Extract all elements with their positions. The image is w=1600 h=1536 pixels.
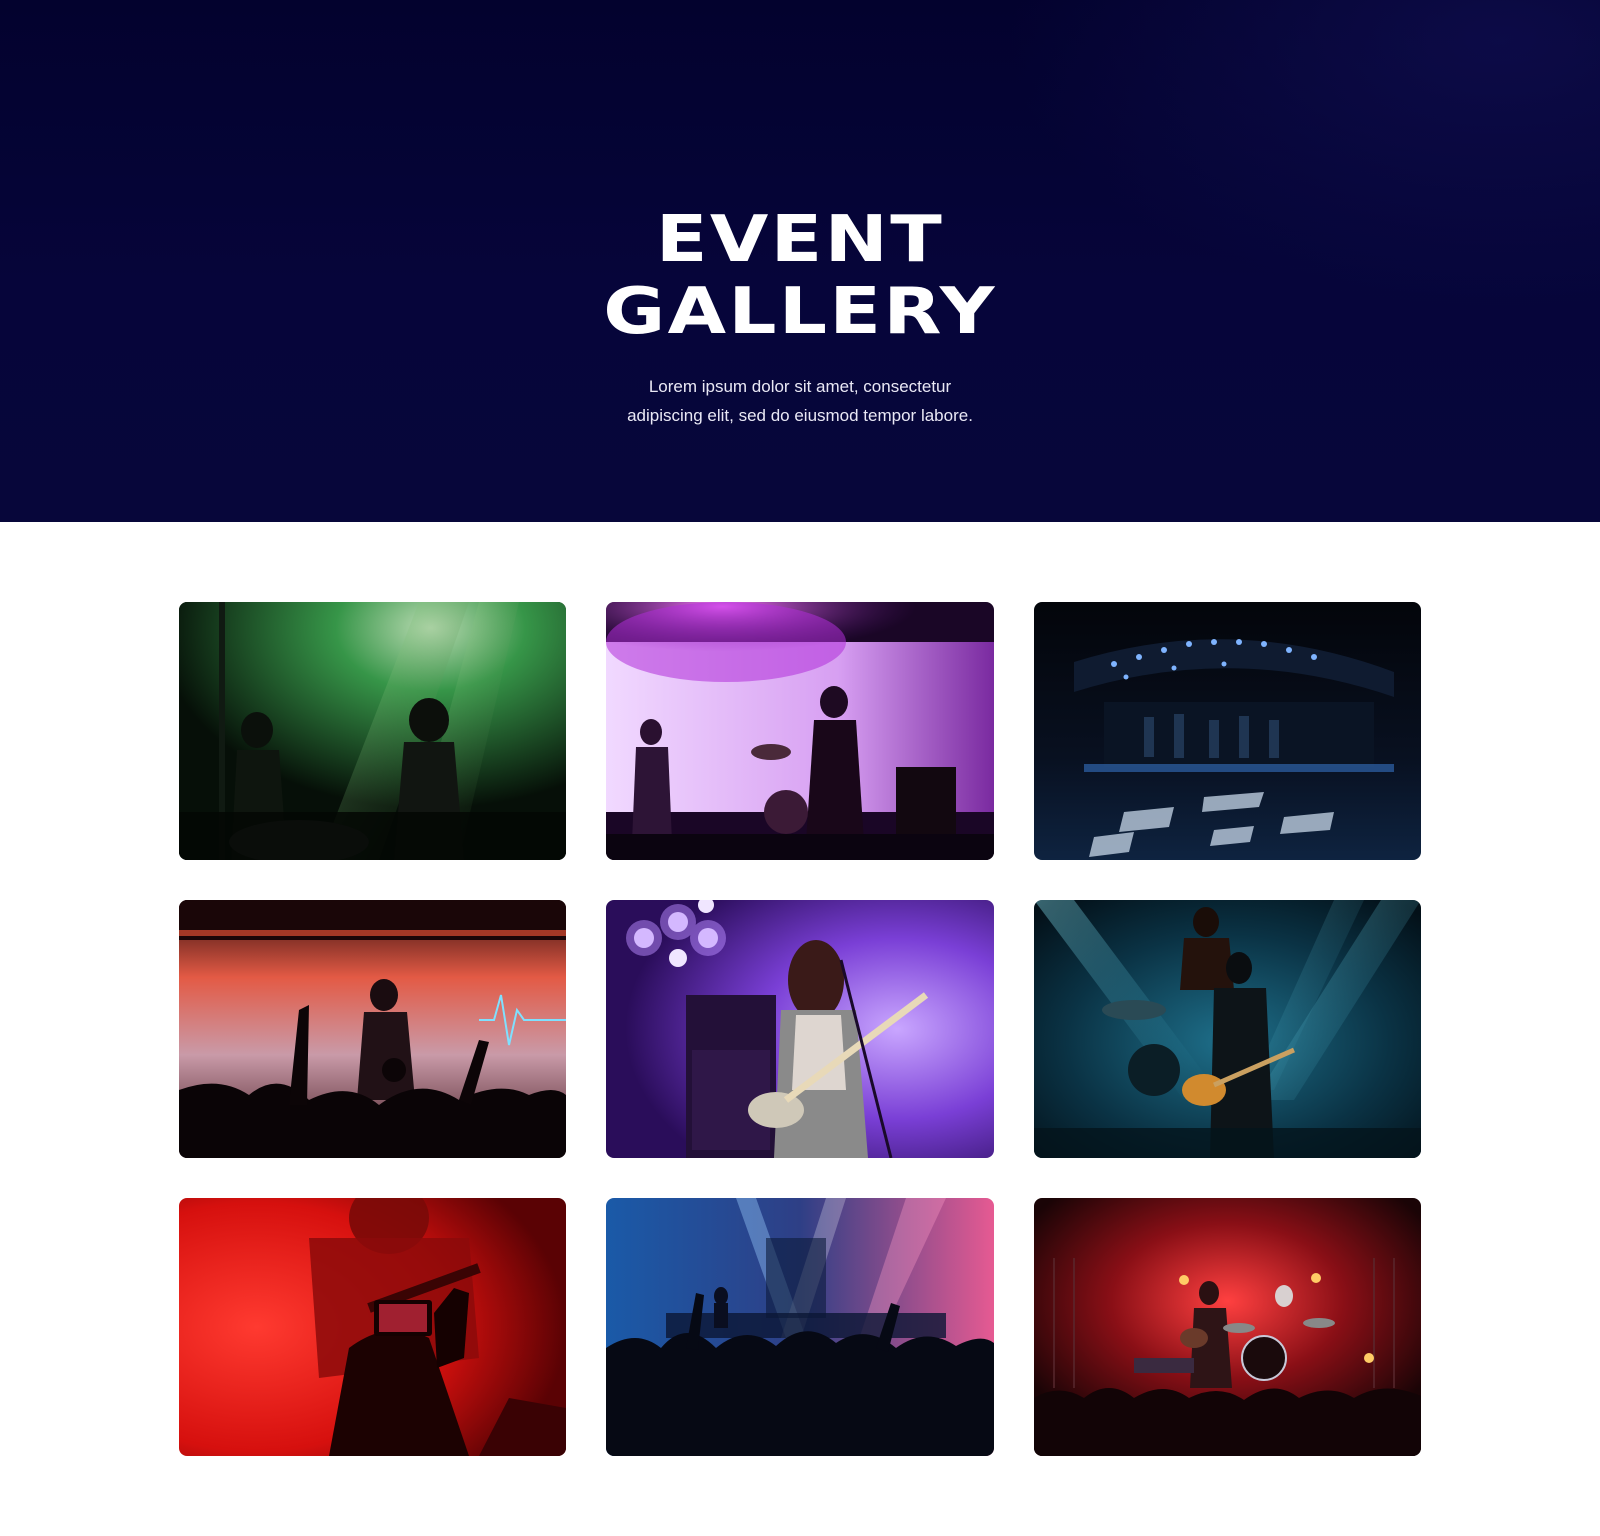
concert-photo-image xyxy=(179,900,566,1158)
gallery-photo-3[interactable] xyxy=(1034,602,1421,860)
hero-subtitle-line-1: Lorem ipsum dolor sit amet, consectetur xyxy=(648,377,952,396)
hero-subtitle: Lorem ipsum dolor sit amet, consectetur … xyxy=(550,372,1050,430)
concert-photo-image xyxy=(606,900,994,1158)
concert-photo-image xyxy=(179,602,566,860)
gallery-photo-5[interactable] xyxy=(606,900,994,1158)
gallery-photo-4[interactable] xyxy=(179,900,566,1158)
gallery-photo-6[interactable] xyxy=(1034,900,1421,1158)
page-title-line-1: EVENT xyxy=(655,203,945,277)
gallery-photo-7[interactable] xyxy=(179,1198,566,1456)
concert-photo-image xyxy=(606,602,994,860)
concert-photo-image xyxy=(1034,900,1421,1158)
photo-gallery-grid xyxy=(179,602,1421,1456)
page-title-line-2: GALLERY xyxy=(603,275,997,349)
hero-banner: EVENT GALLERY Lorem ipsum dolor sit amet… xyxy=(0,0,1600,522)
gallery-photo-9[interactable] xyxy=(1034,1198,1421,1456)
gallery-photo-8[interactable] xyxy=(606,1198,994,1456)
page-title: EVENT GALLERY xyxy=(0,204,1600,348)
gallery-photo-1[interactable] xyxy=(179,602,566,860)
concert-photo-image xyxy=(606,1198,994,1456)
gallery-photo-2[interactable] xyxy=(606,602,994,860)
concert-photo-image xyxy=(1034,1198,1421,1456)
concert-photo-image xyxy=(1034,602,1421,860)
hero-subtitle-line-2: adipiscing elit, sed do eiusmod tempor l… xyxy=(627,406,973,425)
concert-photo-image xyxy=(179,1198,566,1456)
